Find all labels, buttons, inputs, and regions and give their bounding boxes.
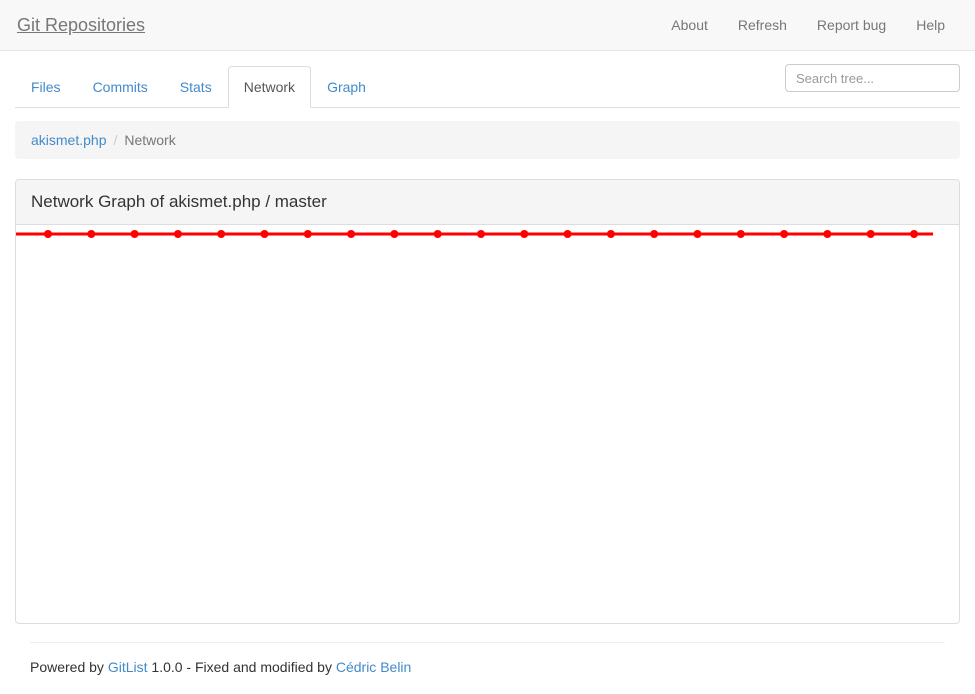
network-plot-group	[16, 230, 933, 238]
commit-node[interactable]	[434, 230, 442, 238]
commit-node[interactable]	[174, 230, 182, 238]
nav-link-report-bug[interactable]: Report bug	[802, 15, 901, 35]
commit-node[interactable]	[347, 230, 355, 238]
commit-node[interactable]	[607, 230, 615, 238]
breadcrumb-repo[interactable]: akismet.php	[31, 130, 106, 150]
commit-node[interactable]	[823, 230, 831, 238]
tab-files[interactable]: Files	[15, 66, 77, 108]
panel-title: Network Graph of akismet.php / master	[31, 190, 944, 214]
commit-node[interactable]	[650, 230, 658, 238]
commit-node[interactable]	[910, 230, 918, 238]
footer-author-link[interactable]: Cédric Belin	[336, 659, 411, 675]
page-footer: Powered by GitList 1.0.0 - Fixed and mod…	[15, 643, 960, 677]
commit-node[interactable]	[867, 230, 875, 238]
commit-node[interactable]	[564, 230, 572, 238]
commit-node[interactable]	[477, 230, 485, 238]
footer-prefix: Powered by	[30, 659, 108, 675]
commit-node[interactable]	[520, 230, 528, 238]
commit-node[interactable]	[217, 230, 225, 238]
search-input[interactable]	[785, 64, 960, 92]
commit-node[interactable]	[390, 230, 398, 238]
breadcrumb: akismet.php / Network	[15, 121, 960, 159]
commit-node[interactable]	[737, 230, 745, 238]
navbar-links: About Refresh Report bug Help	[656, 15, 960, 35]
network-graph-canvas[interactable]	[16, 225, 959, 623]
footer-version: 1.0.0 - Fixed and modified by	[148, 659, 336, 675]
footer-gitlist-link[interactable]: GitList	[108, 659, 148, 675]
brand-link[interactable]: Git Repositories	[15, 15, 145, 35]
commit-node[interactable]	[261, 230, 269, 238]
tab-graph[interactable]: Graph	[311, 66, 382, 108]
breadcrumb-separator: /	[106, 130, 124, 150]
nav-link-help[interactable]: Help	[901, 15, 960, 35]
panel-body	[16, 225, 959, 623]
main-content: akismet.php / Network Network Graph of a…	[0, 121, 975, 677]
tabs-row: Files Commits Stats Network Graph	[0, 51, 975, 108]
tab-stats[interactable]: Stats	[164, 66, 228, 108]
commit-node[interactable]	[131, 230, 139, 238]
commit-node[interactable]	[44, 230, 52, 238]
tab-list: Files Commits Stats Network Graph	[15, 66, 382, 108]
tab-network[interactable]: Network	[228, 66, 311, 108]
nav-link-refresh[interactable]: Refresh	[723, 15, 802, 35]
commit-node[interactable]	[780, 230, 788, 238]
commit-node[interactable]	[87, 230, 95, 238]
top-navbar: Git Repositories About Refresh Report bu…	[0, 0, 975, 51]
panel-heading: Network Graph of akismet.php / master	[16, 180, 959, 225]
commit-node[interactable]	[304, 230, 312, 238]
tab-commits[interactable]: Commits	[77, 66, 164, 108]
nav-link-about[interactable]: About	[656, 15, 723, 35]
network-graph-panel: Network Graph of akismet.php / master	[15, 179, 960, 624]
commit-node[interactable]	[694, 230, 702, 238]
breadcrumb-current: Network	[124, 130, 175, 150]
